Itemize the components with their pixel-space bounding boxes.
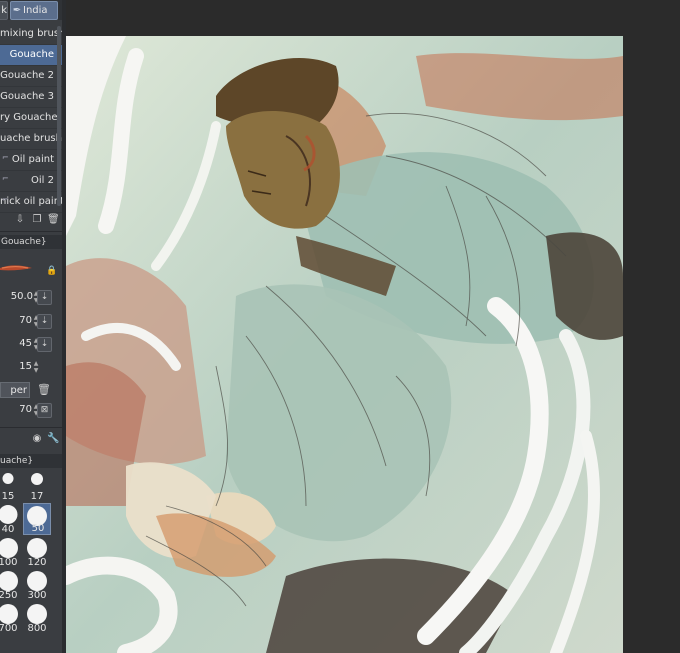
pen-pressure-icon[interactable]: ⇣: [37, 314, 52, 329]
opacity-value[interactable]: 70: [19, 314, 32, 328]
divider: [0, 427, 62, 428]
tab-previous[interactable]: k: [0, 1, 8, 20]
brush-size-header: uache}: [0, 454, 62, 468]
size-label: 800: [27, 623, 47, 634]
size-dot: [27, 571, 47, 591]
size-dot: [0, 571, 18, 591]
size-dot: [27, 604, 47, 624]
size-label: 700: [0, 623, 18, 634]
opacity-row: 70 ▲ ▼ ⇣: [0, 311, 62, 331]
texture-density-value[interactable]: 70: [19, 403, 32, 417]
size-preset[interactable]: 40: [0, 503, 22, 535]
duplicate-icon[interactable]: ❐: [31, 214, 43, 226]
paper-texture-select[interactable]: per: [0, 382, 30, 398]
brush-tabs: k ✒ India: [0, 0, 62, 20]
drawing-canvas[interactable]: [66, 36, 623, 653]
wrench-icon[interactable]: 🔧: [47, 433, 59, 445]
gouache-painting: [66, 36, 623, 653]
texture-density-row: 70 ▲ ▼ ⊠: [0, 400, 62, 420]
tab-india[interactable]: ✒ India: [10, 1, 58, 20]
sub-tool-detail-header: Gouache}: [0, 235, 62, 249]
brush-label: Gouache 3: [0, 91, 54, 102]
stroke-icon: ⌐: [2, 195, 9, 204]
brush-size-title: uache}: [0, 456, 34, 466]
brush-label: uache brush: [0, 133, 62, 144]
brush-label: Gouache: [9, 49, 54, 60]
size-preset[interactable]: 17: [23, 470, 51, 502]
texture-settings-icon[interactable]: ⊠: [37, 403, 52, 418]
brush-size-value[interactable]: 50.0: [11, 290, 33, 304]
size-dot: [0, 604, 18, 624]
paper-texture-label: per: [10, 385, 27, 396]
brush-item[interactable]: ⌐ nick oil paint: [0, 192, 62, 213]
size-label: 120: [27, 557, 47, 568]
size-preset[interactable]: 15: [0, 470, 22, 502]
size-preset[interactable]: 800: [23, 602, 51, 634]
color-stretch-row: 45 ▲ ▼ ⇣: [0, 334, 62, 354]
brush-item[interactable]: uache brush: [0, 129, 62, 150]
color-stretch-value[interactable]: 45: [19, 337, 32, 351]
brush-list: mixing brush Gouache Gouache 2 Gouache 3…: [0, 24, 62, 213]
brush-item-selected[interactable]: Gouache: [0, 45, 62, 66]
brush-label: Oil 2: [31, 175, 54, 186]
spinner-icon[interactable]: ▲ ▼: [33, 360, 39, 374]
size-preset[interactable]: 300: [23, 569, 51, 601]
size-dot: [2, 473, 14, 484]
brush-label: Oil paint: [11, 154, 54, 165]
trash-icon[interactable]: 🗑: [37, 383, 51, 397]
brush-list-scrollbar[interactable]: [57, 26, 61, 206]
stroke-icon: ⌐: [2, 174, 9, 183]
size-preset[interactable]: 120: [23, 536, 51, 568]
brush-size-row: 50.0 ▲ ▼ ⇣: [0, 287, 62, 307]
size-label: 40: [1, 524, 15, 535]
brush-item[interactable]: ⌐ Oil paint: [0, 150, 62, 171]
size-preset-selected[interactable]: 50: [23, 503, 51, 535]
size-label: 15: [1, 491, 15, 502]
tab-label: k: [1, 5, 7, 16]
blend-row: 15 ▲ ▼: [0, 357, 62, 377]
stroke-icon: ⌐: [2, 153, 9, 162]
size-label: 250: [0, 590, 18, 601]
lock-icon[interactable]: 🔒: [46, 266, 57, 276]
size-preset[interactable]: 250: [0, 569, 22, 601]
pen-pressure-icon[interactable]: ⇣: [37, 337, 52, 352]
pen-icon: ✒: [12, 5, 22, 16]
tool-panel: k ✒ India mixing brush Gouache Gouache 2 …: [0, 0, 63, 653]
pen-pressure-icon[interactable]: ⇣: [37, 290, 52, 305]
brush-item[interactable]: Gouache 3: [0, 87, 62, 108]
tab-label: India: [23, 5, 48, 16]
brush-label: nick oil paint: [0, 196, 62, 207]
size-label: 50: [31, 523, 45, 534]
size-dot: [0, 505, 18, 524]
size-dot: [31, 473, 43, 485]
brush-item[interactable]: ⌐ Oil 2: [0, 171, 62, 192]
trash-icon[interactable]: 🗑: [47, 214, 60, 226]
reset-icon[interactable]: ◉: [31, 433, 43, 445]
size-preset[interactable]: 100: [0, 536, 22, 568]
sub-tool-name: Gouache}: [1, 237, 47, 247]
size-label: 100: [0, 557, 18, 568]
save-icon[interactable]: ⇩: [14, 214, 26, 226]
brush-label: ry Gouache: [0, 112, 58, 123]
brush-stroke-preview: [0, 265, 32, 271]
brush-item[interactable]: mixing brush: [0, 24, 62, 45]
size-preset[interactable]: 700: [0, 602, 22, 634]
blend-value[interactable]: 15: [19, 360, 32, 374]
size-dot: [27, 538, 47, 558]
brush-label: Gouache 2: [0, 70, 54, 81]
size-label: 17: [30, 491, 44, 502]
brush-label: mixing brush: [0, 28, 62, 39]
brush-item[interactable]: Gouache 2: [0, 66, 62, 87]
brush-item[interactable]: ry Gouache: [0, 108, 62, 129]
size-dot: [0, 538, 18, 558]
size-label: 300: [27, 590, 47, 601]
divider: [0, 231, 62, 232]
brush-list-toolbar: ⇩ ❐ 🗑: [0, 212, 62, 228]
